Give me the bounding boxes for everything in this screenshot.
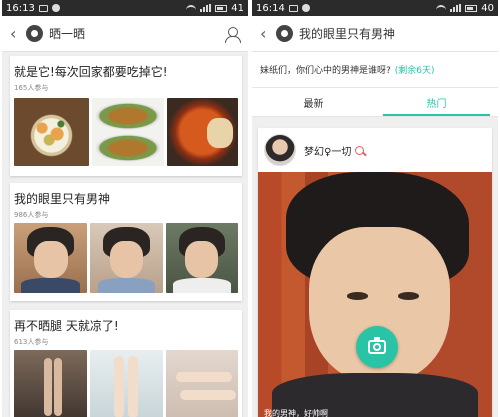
back-icon[interactable]: ‹ xyxy=(260,24,272,43)
portrait-photo[interactable] xyxy=(14,223,88,293)
tab-bar: 最新 热门 xyxy=(252,88,498,117)
page-title: 晒一晒 xyxy=(49,27,86,41)
signal-icon xyxy=(450,4,462,12)
card-images xyxy=(14,223,239,293)
legs-photo[interactable] xyxy=(90,350,163,417)
post-caption: 我的男神，好帅啊 xyxy=(264,409,328,417)
portrait-photo[interactable] xyxy=(90,223,163,293)
legs-photo[interactable] xyxy=(14,350,88,417)
post-photo[interactable]: 我的男神，好帅啊 xyxy=(258,172,492,417)
avatar[interactable] xyxy=(264,134,296,166)
camera-button[interactable] xyxy=(356,326,398,368)
battery-icon xyxy=(465,4,478,12)
left-screen: 16:13 41 ‹ 晒一晒 就是它!每次回家都要吃掉它! 165人参与 我的眼… xyxy=(2,0,248,417)
status-time: 16:14 xyxy=(256,2,285,14)
post-card[interactable]: 梦幻♀一切 我的男神，好帅啊 xyxy=(258,128,492,417)
topic-card-legs[interactable]: 再不晒腿 天就凉了! 613人参与 xyxy=(10,310,242,417)
status-bar: 16:13 41 xyxy=(2,0,248,16)
right-screen: 16:14 40 ‹ 我的眼里只有男神 妹纸们，你们心中的男神是谁呀? (剩余6… xyxy=(252,0,498,417)
card-title: 再不晒腿 天就凉了! xyxy=(14,319,119,333)
app-logo-icon xyxy=(26,25,43,42)
tab-popular[interactable]: 热门 xyxy=(375,88,498,116)
wifi-icon xyxy=(436,5,447,11)
post-username[interactable]: 梦幻♀一切 xyxy=(304,143,351,158)
tab-latest[interactable]: 最新 xyxy=(252,88,375,116)
chat-icon xyxy=(51,4,60,12)
signal-icon xyxy=(200,4,212,12)
prompt-text: 妹纸们，你们心中的男神是谁呀? xyxy=(260,66,391,76)
battery-level: 41 xyxy=(231,2,244,14)
post-header: 梦幻♀一切 xyxy=(258,128,492,172)
food-photo[interactable] xyxy=(166,98,238,166)
participant-count: 986人参与 xyxy=(14,211,49,219)
card-title: 我的眼里只有男神 xyxy=(14,192,111,206)
back-icon[interactable]: ‹ xyxy=(10,24,22,43)
remaining-days: (剩余6天) xyxy=(394,66,435,76)
topic-card-male-idol[interactable]: 我的眼里只有男神 986人参与 xyxy=(10,183,242,301)
gallery-icon xyxy=(288,4,298,12)
camera-icon xyxy=(368,337,386,354)
battery-level: 40 xyxy=(481,2,494,14)
top-bar: ‹ 我的眼里只有男神 xyxy=(252,16,498,52)
gallery-icon xyxy=(38,4,48,12)
card-images xyxy=(14,350,239,417)
status-bar: 16:14 40 xyxy=(252,0,498,16)
status-time: 16:13 xyxy=(6,2,35,14)
topic-card-food[interactable]: 就是它!每次回家都要吃掉它! 165人参与 xyxy=(10,56,242,176)
legs-photo[interactable] xyxy=(165,350,239,417)
user-icon[interactable] xyxy=(224,26,241,43)
card-images xyxy=(14,98,238,166)
battery-icon xyxy=(215,4,228,12)
search-icon[interactable] xyxy=(355,145,365,155)
chat-icon xyxy=(301,4,310,12)
food-photo[interactable] xyxy=(92,98,164,166)
topic-prompt: 妹纸们，你们心中的男神是谁呀? (剩余6天) xyxy=(252,52,498,88)
app-comparison: 16:13 41 ‹ 晒一晒 就是它!每次回家都要吃掉它! 165人参与 我的眼… xyxy=(0,0,500,417)
portrait-photo[interactable] xyxy=(165,223,239,293)
participant-count: 165人参与 xyxy=(14,84,49,92)
page-title: 我的眼里只有男神 xyxy=(299,27,396,41)
app-logo-icon xyxy=(276,25,293,42)
wifi-icon xyxy=(186,5,197,11)
card-title: 就是它!每次回家都要吃掉它! xyxy=(14,65,168,79)
food-photo[interactable] xyxy=(14,98,90,166)
top-bar: ‹ 晒一晒 xyxy=(2,16,248,52)
participant-count: 613人参与 xyxy=(14,338,49,346)
